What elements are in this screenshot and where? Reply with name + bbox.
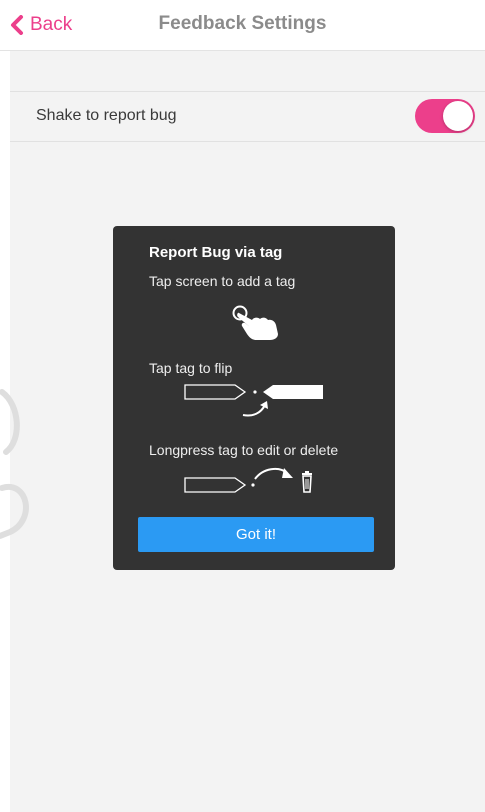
step-add-tag-text: Tap screen to add a tag <box>149 273 296 289</box>
trash-icon <box>302 471 312 493</box>
step-longpress-text: Longpress tag to edit or delete <box>149 442 339 458</box>
report-bug-tutorial-popup: Report Bug via tag Tap screen to add a t… <box>113 226 395 570</box>
background-decoration-icon <box>0 389 29 539</box>
nav-bar: Back Feedback Settings <box>0 0 485 51</box>
shake-to-report-row: Shake to report bug <box>10 91 485 142</box>
shake-to-report-label: Shake to report bug <box>36 107 177 124</box>
longpress-tag-illustration-icon <box>184 467 312 493</box>
shake-to-report-toggle[interactable] <box>415 99 475 133</box>
flip-tag-illustration-icon <box>184 384 323 417</box>
tap-hand-icon <box>232 305 278 340</box>
popup-title: Report Bug via tag <box>149 244 283 261</box>
page-title: Feedback Settings <box>158 13 327 34</box>
toggle-knob <box>443 101 473 131</box>
got-it-button[interactable]: Got it! <box>138 517 374 552</box>
screen: Back Feedback Settings Shake to report b… <box>0 0 485 812</box>
step-flip-tag-text: Tap tag to flip <box>149 360 233 376</box>
